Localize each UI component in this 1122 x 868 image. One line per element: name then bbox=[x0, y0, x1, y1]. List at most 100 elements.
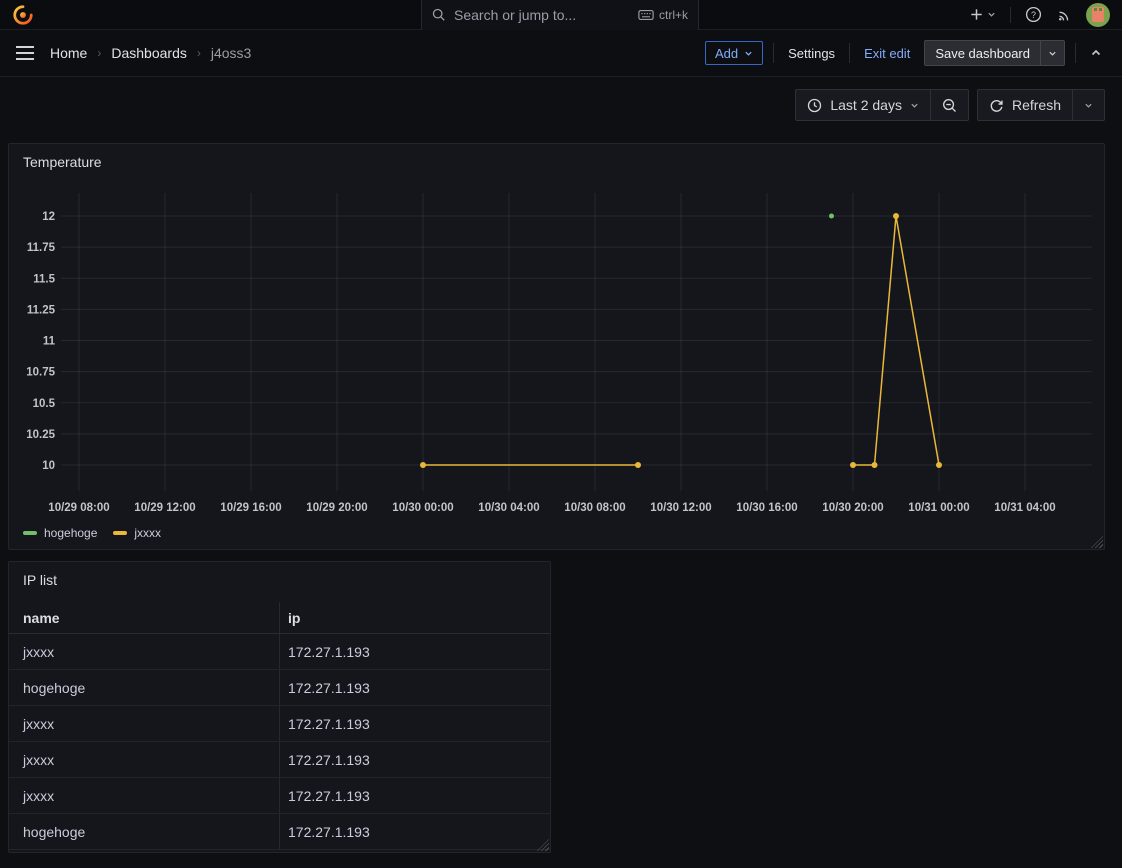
y-tick-label: 10.25 bbox=[26, 429, 55, 441]
time-controls: Last 2 days Refresh bbox=[0, 77, 1122, 121]
keyboard-icon bbox=[638, 9, 654, 21]
user-avatar[interactable] bbox=[1086, 3, 1110, 27]
avatar-detail bbox=[1094, 8, 1097, 11]
divider bbox=[1075, 43, 1076, 63]
cell-ip: 172.27.1.193 bbox=[279, 670, 550, 705]
save-dashboard-group: Save dashboard bbox=[924, 40, 1065, 66]
divider bbox=[773, 43, 774, 63]
data-point-jxxxx bbox=[850, 462, 856, 468]
cell-name: hogehoge bbox=[9, 670, 279, 705]
x-tick-label: 10/31 00:00 bbox=[908, 502, 969, 514]
zoom-out-time-button[interactable] bbox=[930, 90, 968, 120]
legend-item-hogehoge[interactable]: hogehoge bbox=[23, 526, 97, 540]
save-dashboard-button[interactable]: Save dashboard bbox=[925, 41, 1040, 65]
collapse-toolbar-button[interactable] bbox=[1086, 43, 1106, 63]
column-header-ip[interactable]: ip bbox=[279, 602, 550, 633]
svg-text:?: ? bbox=[1031, 10, 1036, 20]
nav-bar: Home › Dashboards › j4oss3 Add Settings … bbox=[0, 30, 1122, 77]
x-tick-label: 10/29 16:00 bbox=[220, 502, 281, 514]
menu-toggle-button[interactable] bbox=[16, 46, 34, 60]
x-tick-label: 10/29 20:00 bbox=[306, 502, 367, 514]
legend-item-jxxxx[interactable]: jxxxx bbox=[113, 526, 161, 540]
chevron-down-icon bbox=[910, 101, 919, 110]
breadcrumb-separator: › bbox=[97, 46, 101, 60]
data-point-jxxxx bbox=[872, 462, 878, 468]
x-tick-label: 10/30 12:00 bbox=[650, 502, 711, 514]
search-input[interactable]: Search or jump to... ctrl+k bbox=[421, 0, 699, 30]
breadcrumb-dashboards[interactable]: Dashboards bbox=[111, 45, 187, 61]
time-range-picker-button[interactable]: Last 2 days bbox=[796, 90, 930, 120]
chevron-down-icon bbox=[1084, 101, 1093, 110]
x-tick-label: 10/30 08:00 bbox=[564, 502, 625, 514]
panel-title[interactable]: IP list bbox=[9, 562, 550, 588]
topbar-actions: ? bbox=[969, 3, 1110, 27]
cell-name: jxxxx bbox=[9, 706, 279, 741]
x-tick-label: 10/30 04:00 bbox=[478, 502, 539, 514]
column-header-name[interactable]: name bbox=[9, 602, 279, 633]
data-point-jxxxx bbox=[936, 462, 942, 468]
divider bbox=[1010, 7, 1011, 23]
search-placeholder: Search or jump to... bbox=[454, 7, 630, 23]
exit-edit-button[interactable]: Exit edit bbox=[860, 46, 914, 61]
zoom-out-icon bbox=[942, 98, 957, 113]
refresh-interval-button[interactable] bbox=[1072, 90, 1104, 120]
cell-name: hogehoge bbox=[9, 814, 279, 849]
chart-legend: hogehoge jxxxx bbox=[23, 526, 161, 540]
chevron-up-icon bbox=[1090, 47, 1102, 59]
refresh-label: Refresh bbox=[1012, 97, 1061, 113]
legend-swatch bbox=[113, 531, 127, 535]
top-bar: Search or jump to... ctrl+k ? bbox=[0, 0, 1122, 30]
cell-ip: 172.27.1.193 bbox=[279, 634, 550, 669]
breadcrumb-separator: › bbox=[197, 46, 201, 60]
y-tick-label: 11.5 bbox=[33, 273, 55, 285]
ip-table: name ip jxxxx 172.27.1.193 hogehoge 172.… bbox=[9, 602, 550, 850]
add-label: Add bbox=[715, 46, 738, 61]
y-tick-label: 11.75 bbox=[27, 242, 56, 254]
panel-title[interactable]: Temperature bbox=[9, 144, 1104, 170]
panel-resize-handle[interactable] bbox=[1091, 536, 1103, 548]
table-row: jxxxx 172.27.1.193 bbox=[9, 742, 550, 778]
table-row: jxxxx 172.27.1.193 bbox=[9, 778, 550, 814]
cell-ip: 172.27.1.193 bbox=[279, 814, 550, 849]
data-point-jxxxx bbox=[420, 462, 426, 468]
y-tick-label: 12 bbox=[42, 211, 55, 223]
new-menu-button[interactable] bbox=[969, 7, 996, 22]
cell-name: jxxxx bbox=[9, 634, 279, 669]
breadcrumb-home[interactable]: Home bbox=[50, 45, 87, 61]
y-tick-label: 11.25 bbox=[27, 304, 56, 316]
breadcrumb: Home › Dashboards › j4oss3 bbox=[50, 45, 251, 61]
data-point-jxxxx bbox=[893, 213, 899, 219]
shortcut-label: ctrl+k bbox=[659, 8, 688, 22]
help-button[interactable]: ? bbox=[1025, 6, 1042, 23]
refresh-group: Refresh bbox=[977, 89, 1105, 121]
grafana-logo-icon[interactable] bbox=[12, 4, 34, 26]
cell-ip: 172.27.1.193 bbox=[279, 742, 550, 777]
y-tick-label: 10.5 bbox=[33, 398, 56, 410]
legend-label: jxxxx bbox=[134, 526, 161, 540]
y-tick-label: 10.75 bbox=[26, 367, 55, 379]
add-panel-button[interactable]: Add bbox=[705, 41, 763, 65]
cell-name: jxxxx bbox=[9, 778, 279, 813]
cell-name: jxxxx bbox=[9, 742, 279, 777]
y-tick-label: 10 bbox=[42, 460, 55, 472]
grafana-app: Search or jump to... ctrl+k ? bbox=[0, 0, 1122, 868]
table-row: jxxxx 172.27.1.193 bbox=[9, 634, 550, 670]
news-rss-button[interactable] bbox=[1056, 7, 1072, 23]
refresh-icon bbox=[989, 98, 1004, 113]
chevron-down-icon bbox=[987, 10, 996, 19]
x-tick-label: 10/30 00:00 bbox=[392, 502, 453, 514]
keyboard-shortcut: ctrl+k bbox=[638, 8, 688, 22]
refresh-button[interactable]: Refresh bbox=[978, 90, 1072, 120]
save-dashboard-options-button[interactable] bbox=[1040, 41, 1064, 65]
settings-button[interactable]: Settings bbox=[784, 46, 839, 61]
x-tick-label: 10/29 12:00 bbox=[134, 502, 195, 514]
edit-actions: Add Settings Exit edit Save dashboard bbox=[705, 40, 1106, 66]
clock-icon bbox=[807, 98, 822, 113]
temperature-panel: 1211.7511.511.251110.7510.510.251010/29 … bbox=[8, 143, 1105, 550]
divider bbox=[849, 43, 850, 63]
x-tick-label: 10/31 04:00 bbox=[994, 502, 1055, 514]
temperature-chart[interactable]: 1211.7511.511.251110.7510.510.251010/29 … bbox=[9, 144, 1104, 524]
cell-ip: 172.27.1.193 bbox=[279, 706, 550, 741]
legend-swatch bbox=[23, 531, 37, 535]
data-point-hogehoge bbox=[829, 214, 834, 219]
